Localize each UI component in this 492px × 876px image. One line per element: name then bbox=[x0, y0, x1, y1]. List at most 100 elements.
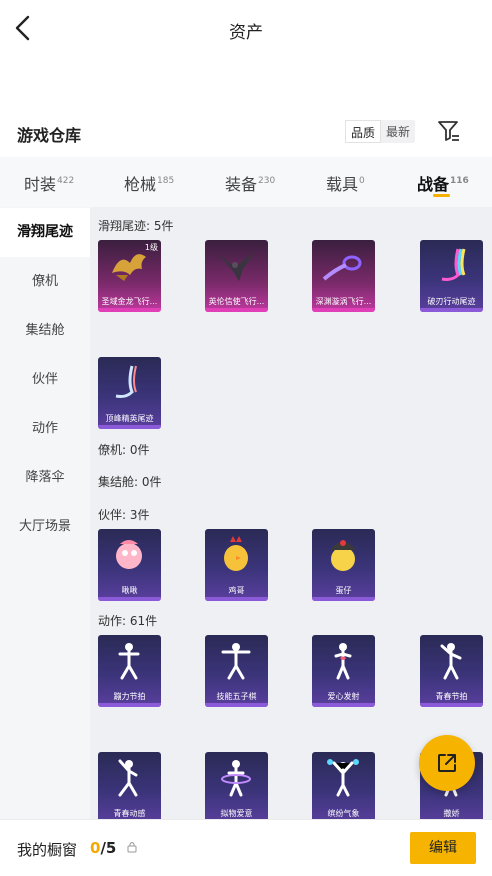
item-name: 青春节拍 bbox=[435, 692, 468, 701]
rarity-bar bbox=[312, 597, 375, 601]
rarity-bar bbox=[205, 703, 268, 707]
warehouse-title: 游戏仓库 bbox=[17, 126, 82, 145]
tab-vehicles[interactable]: 载具0 bbox=[326, 171, 365, 195]
rarity-bar bbox=[205, 597, 268, 601]
item-name: 爱心发射 bbox=[327, 692, 360, 701]
showcase-count: 0/5 bbox=[90, 839, 116, 857]
tab-count: 230 bbox=[258, 176, 276, 186]
dance-pose-icon bbox=[221, 643, 251, 680]
item-name: 破刃行动尾迹 bbox=[427, 297, 476, 306]
item-card[interactable]: 缤纷气象 bbox=[312, 752, 375, 819]
rainbow-trail-icon bbox=[441, 248, 466, 281]
tab-label: 战备 bbox=[417, 175, 450, 194]
sort-quality-button[interactable]: 品质 bbox=[345, 120, 382, 143]
item-name: 英伦信使飞行... bbox=[208, 297, 265, 306]
sidebar-item-capsule[interactable]: 集结舱 bbox=[0, 306, 90, 355]
item-card[interactable]: 蹦力节拍 bbox=[98, 635, 161, 707]
dance-pose-icon bbox=[221, 760, 251, 797]
item-card[interactable]: 顶峰精英尾迹 bbox=[98, 357, 161, 429]
dance-pose-icon bbox=[327, 759, 359, 797]
rarity-bar bbox=[312, 703, 375, 707]
item-card[interactable]: 啾啾 bbox=[98, 529, 161, 601]
sidebar-item-parachute[interactable]: 降落伞 bbox=[0, 453, 90, 502]
tab-label: 枪械 bbox=[124, 175, 157, 194]
vortex-icon bbox=[322, 255, 362, 281]
item-name: 撒娇 bbox=[443, 809, 460, 818]
dance-pose-icon bbox=[118, 759, 138, 797]
tab-combat-gear[interactable]: 战备116 bbox=[417, 171, 469, 195]
item-name: 深渊漩涡飞行... bbox=[315, 297, 372, 306]
item-name: 拟物爱意 bbox=[220, 809, 253, 818]
item-card[interactable]: 技能五子棋 bbox=[205, 635, 268, 707]
rarity-bar bbox=[98, 597, 161, 601]
trail-icon bbox=[115, 365, 137, 398]
rarity-bar bbox=[98, 703, 161, 707]
sidebar-item-lobby-scene[interactable]: 大厅场景 bbox=[0, 502, 90, 551]
dance-pose-icon bbox=[440, 643, 462, 680]
item-card[interactable]: 破刃行动尾迹 bbox=[420, 240, 483, 312]
tab-label: 装备 bbox=[225, 175, 258, 194]
item-card[interactable]: 爱心发射 bbox=[312, 635, 375, 707]
page-title: 资产 bbox=[229, 23, 263, 43]
eagle-icon bbox=[217, 251, 255, 281]
sort-newest-button[interactable]: 最新 bbox=[381, 120, 415, 143]
sidebar-item-partner[interactable]: 伙伴 bbox=[0, 355, 90, 404]
tab-equipment[interactable]: 装备230 bbox=[225, 171, 275, 195]
tab-count: 116 bbox=[450, 176, 469, 186]
external-link-icon bbox=[438, 754, 456, 772]
lock-icon bbox=[127, 842, 137, 853]
showcase-total: /5 bbox=[100, 839, 117, 857]
sidebar-item-glide-trail[interactable]: 滑翔尾迹 bbox=[0, 208, 90, 257]
edit-button[interactable]: 编辑 bbox=[410, 832, 476, 864]
section-title-capsule: 集结舱: 0件 bbox=[98, 475, 162, 489]
showcase-label: 我的橱窗 bbox=[17, 841, 78, 859]
subcategory-sidebar: 滑翔尾迹 僚机 集结舱 伙伴 动作 降落伞 大厅场景 bbox=[0, 207, 90, 819]
tab-count: 0 bbox=[359, 176, 365, 186]
tab-count: 185 bbox=[157, 176, 175, 186]
item-name: 鸡哥 bbox=[228, 586, 245, 595]
item-card[interactable]: 青春动感 bbox=[98, 752, 161, 819]
rarity-bar bbox=[205, 308, 268, 312]
rarity-bar bbox=[98, 425, 161, 429]
sidebar-item-wingman[interactable]: 僚机 bbox=[0, 257, 90, 306]
section-title-glide: 滑翔尾迹: 5件 bbox=[98, 219, 174, 233]
section-title-wingman: 僚机: 0件 bbox=[98, 443, 150, 457]
rarity-bar bbox=[98, 308, 161, 312]
top-bar: 资产 bbox=[0, 0, 492, 58]
showcase-current: 0 bbox=[90, 839, 101, 857]
rarity-bar bbox=[420, 703, 483, 707]
item-level: 1级 bbox=[144, 243, 158, 252]
section-title-partner: 伙伴: 3件 bbox=[98, 508, 150, 522]
item-name: 蛋仔 bbox=[335, 586, 352, 595]
item-name: 缤纷气象 bbox=[327, 809, 360, 818]
tab-count: 422 bbox=[57, 176, 75, 186]
dance-pose-icon bbox=[334, 643, 352, 680]
sort-toggle: 品质 最新 bbox=[345, 120, 416, 143]
active-tab-indicator bbox=[433, 194, 450, 197]
item-name: 青春动感 bbox=[113, 809, 146, 818]
rarity-bar bbox=[312, 308, 375, 312]
item-name: 啾啾 bbox=[121, 586, 138, 595]
item-card[interactable]: 鸡哥 bbox=[205, 529, 268, 601]
item-card[interactable]: 深渊漩涡飞行... bbox=[312, 240, 375, 312]
item-card[interactable]: 青春节拍 bbox=[420, 635, 483, 707]
filter-icon[interactable] bbox=[437, 120, 461, 142]
tab-label: 时装 bbox=[24, 175, 57, 194]
rarity-bar bbox=[420, 308, 483, 312]
item-card[interactable]: 1级 圣域金龙飞行... bbox=[98, 240, 161, 312]
chicken-pet-icon bbox=[224, 536, 248, 571]
section-title-action: 动作: 61件 bbox=[98, 614, 158, 628]
tab-firearms[interactable]: 枪械185 bbox=[124, 171, 174, 195]
tab-label: 载具 bbox=[326, 175, 359, 194]
item-name: 蹦力节拍 bbox=[113, 692, 146, 701]
tab-fashion[interactable]: 时装422 bbox=[24, 171, 74, 195]
showcase-bar: 我的橱窗 0/5 编辑 bbox=[0, 819, 492, 876]
item-card[interactable]: 英伦信使飞行... bbox=[205, 240, 268, 312]
item-grid: 滑翔尾迹: 5件 1级 圣域金龙飞行... 英伦信使飞行... 深渊漩涡飞行..… bbox=[90, 207, 492, 819]
category-tabs: 时装422 枪械185 装备230 载具0 战备116 bbox=[0, 157, 492, 207]
item-card[interactable]: 拟物爱意 bbox=[205, 752, 268, 819]
share-button[interactable] bbox=[419, 735, 475, 791]
egg-pet-icon bbox=[330, 540, 356, 571]
item-card[interactable]: 蛋仔 bbox=[312, 529, 375, 601]
sidebar-item-action[interactable]: 动作 bbox=[0, 404, 90, 453]
